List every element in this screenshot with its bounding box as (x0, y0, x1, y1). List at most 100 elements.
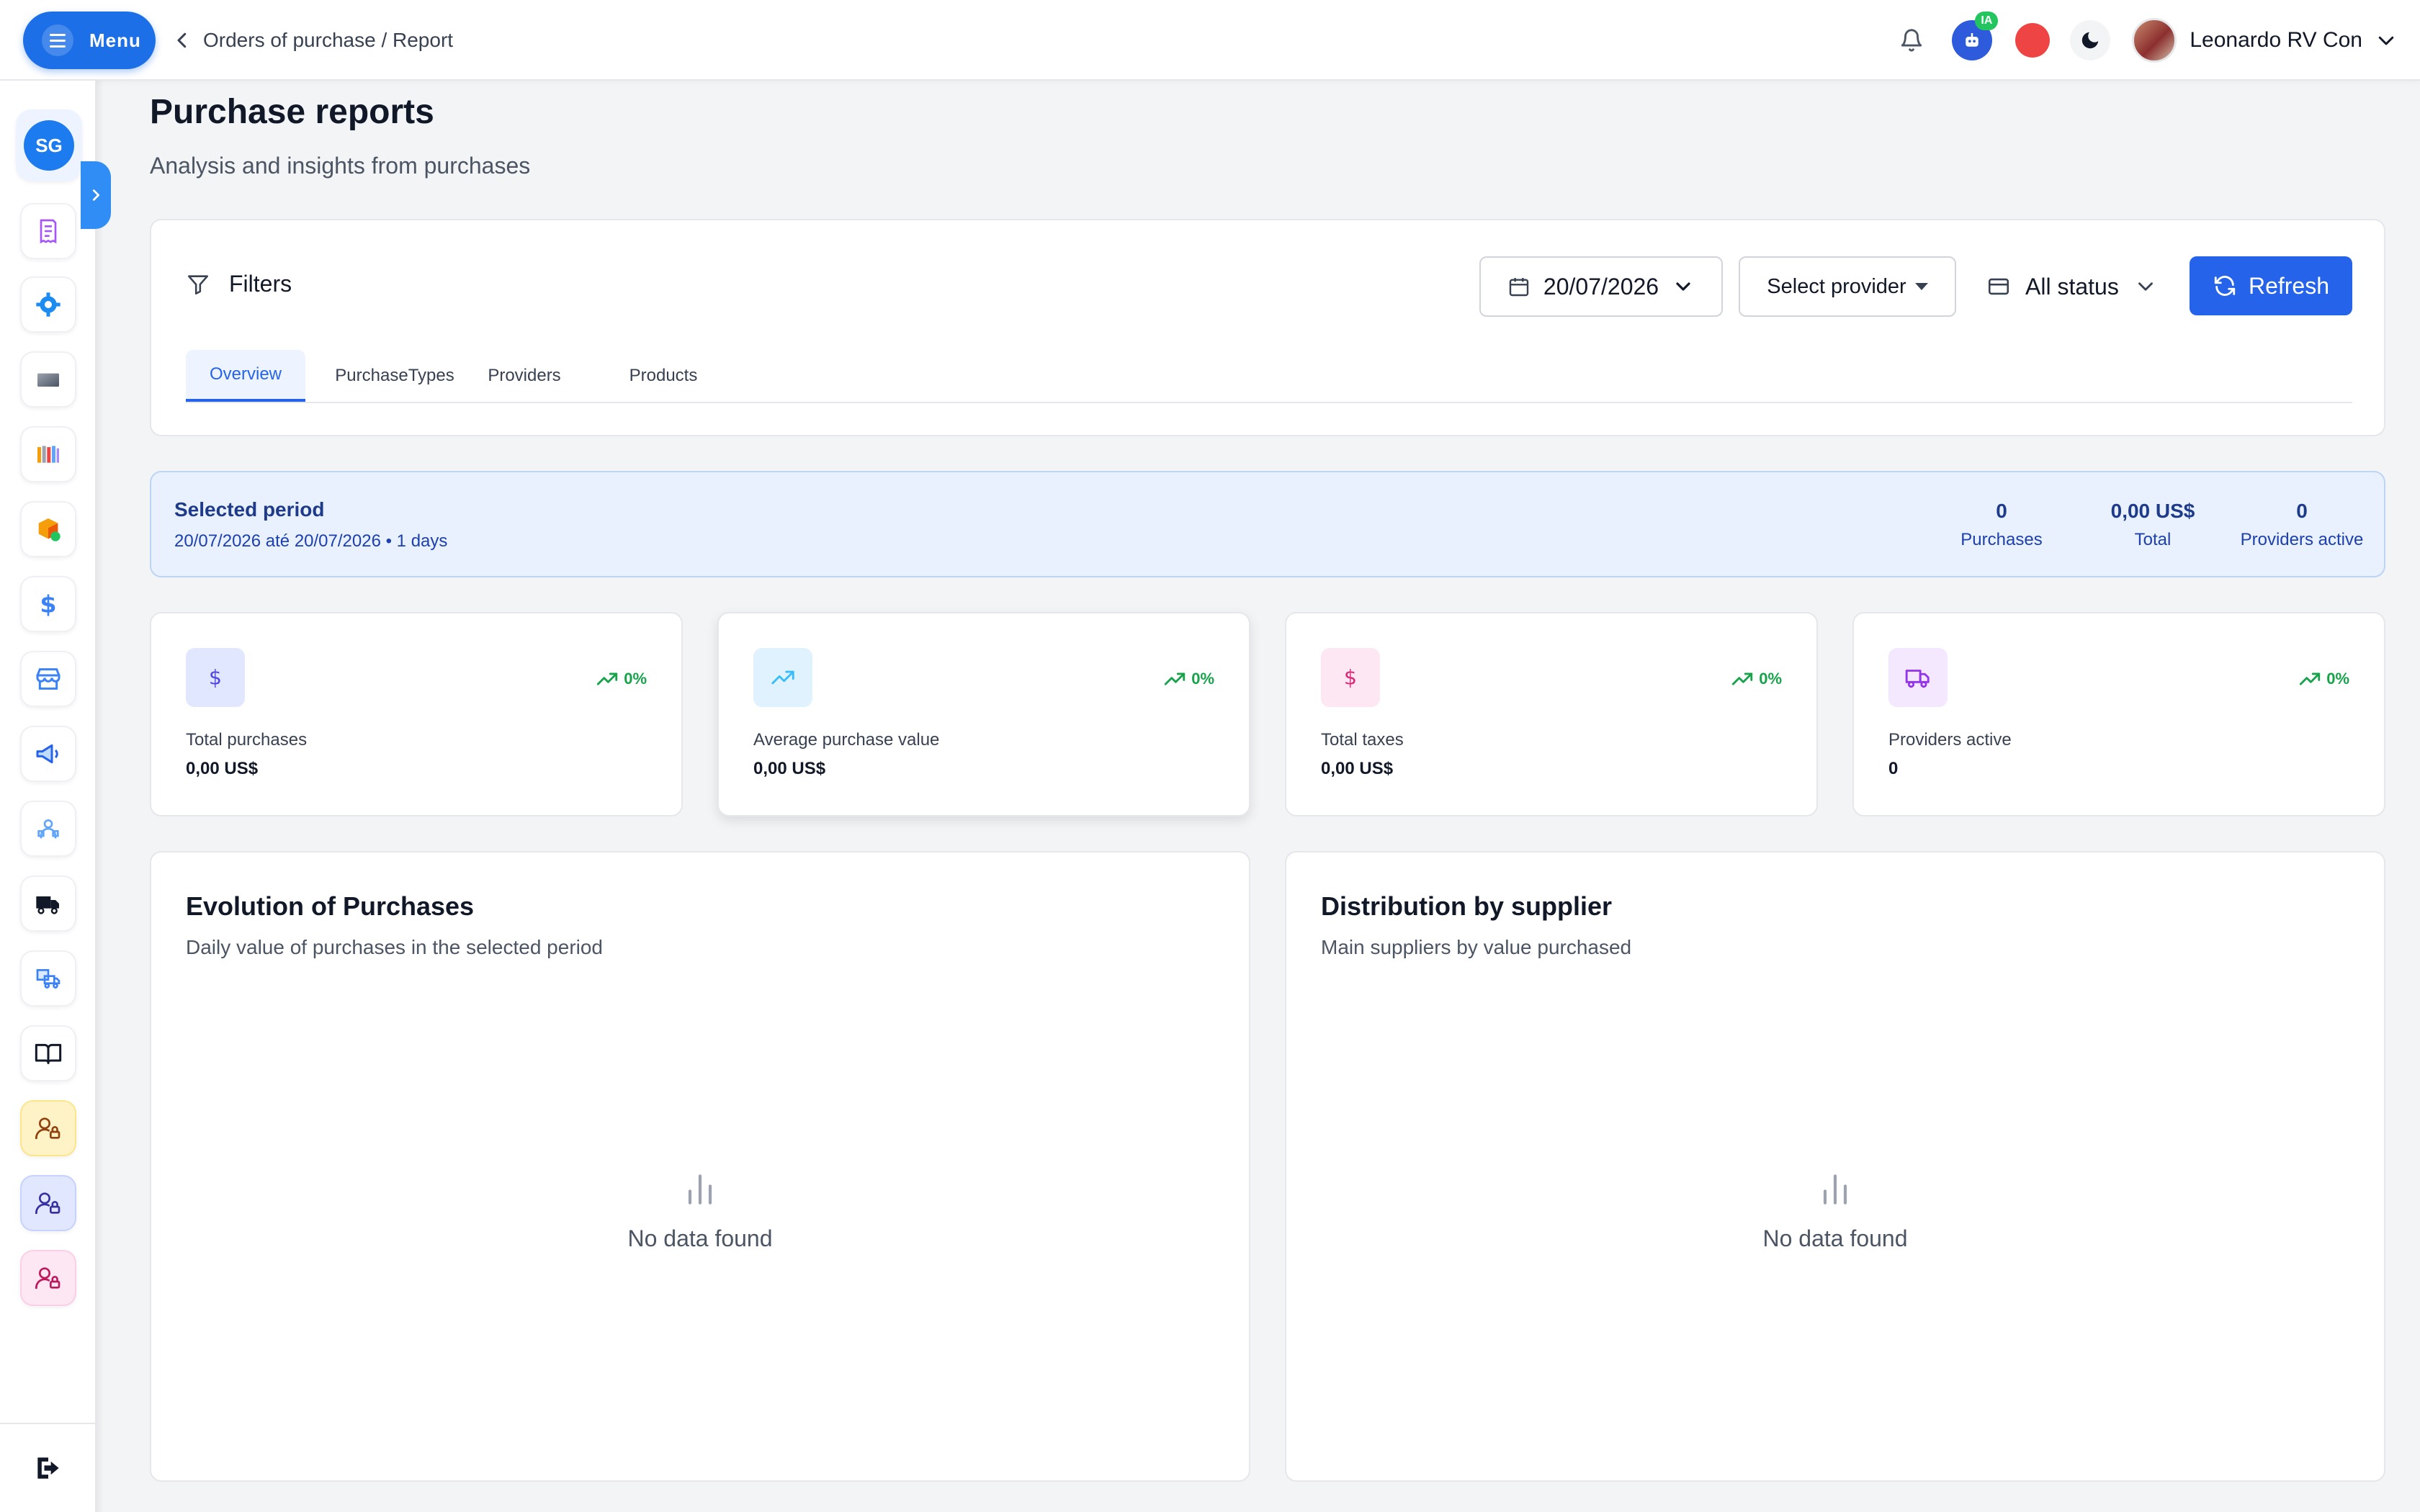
package-icon (38, 518, 60, 541)
receipt-icon (40, 219, 57, 244)
truck-icon (1905, 670, 1930, 688)
svg-text:$: $ (1344, 666, 1357, 690)
date-value: 20/07/2026 (1543, 273, 1659, 300)
status-select[interactable]: All status (1986, 256, 2166, 317)
breadcrumb-text: Orders of purchase / Report (203, 29, 454, 51)
kpi-label: Providers active (1888, 730, 2012, 750)
sidebar-item-inventory[interactable] (20, 501, 76, 557)
book-icon (35, 1043, 62, 1064)
kpi-trend: 0% (595, 667, 647, 691)
kpi-label: Average purchase value (753, 730, 940, 750)
kpi-trend: 0% (1730, 667, 1782, 691)
sidebar-item-receipts[interactable] (20, 203, 76, 259)
refresh-label: Refresh (2248, 272, 2330, 299)
tab-providers[interactable]: Providers (477, 350, 572, 402)
team-icon (37, 819, 59, 839)
sidebar-item-store[interactable] (20, 651, 76, 707)
menu-label: Menu (89, 29, 141, 51)
sidebar-item-catalog[interactable] (20, 1025, 76, 1081)
dollar-icon: $ (1344, 666, 1357, 690)
date-picker[interactable]: 20/07/2026 (1479, 256, 1723, 317)
chart-title: Evolution of Purchases (186, 891, 475, 921)
selected-period-banner: Selected period 20/07/2026 até 20/07/202… (150, 471, 2385, 577)
theme-toggle-button[interactable] (2070, 20, 2111, 60)
svg-text:$: $ (209, 666, 222, 690)
user-menu[interactable]: Leonardo RV Con (2132, 18, 2397, 63)
report-tabs: Overview PurchaseTypes Providers Product… (186, 350, 2352, 403)
ai-assistant-button[interactable]: IA (1952, 12, 1999, 60)
sidebar-item-library[interactable] (20, 426, 76, 482)
sidebar-item-marketing[interactable] (20, 726, 76, 782)
trend-up-icon (771, 670, 794, 685)
gear-icon (36, 292, 60, 317)
bell-icon[interactable] (1891, 20, 1932, 60)
period-stat-value: 0 (2296, 500, 2308, 522)
kpi-card-providers-active[interactable]: 0% Providers active 0 (1852, 612, 2385, 816)
kpi-card-total-purchases[interactable]: $ 0% Total purchases 0,00 US$ (150, 612, 683, 816)
logout-icon (37, 1457, 59, 1479)
sidebar-item-cards[interactable] (20, 351, 76, 408)
bar-chart-icon (1823, 1174, 1847, 1205)
page-subtitle: Analysis and insights from purchases (150, 153, 531, 179)
kpi-icon-box: $ (1321, 648, 1380, 707)
sidebar-item-team[interactable] (20, 801, 76, 857)
page-title: Purchase reports (150, 93, 434, 131)
period-title: Selected period (174, 498, 325, 521)
sidebar-company-badge[interactable]: SG (16, 109, 82, 181)
supplier-distribution-card: Distribution by supplier Main suppliers … (1285, 851, 2385, 1482)
chevron-left-icon[interactable] (171, 30, 193, 51)
provider-select[interactable]: Select provider (1739, 256, 1956, 317)
chevron-down-icon (2378, 36, 2394, 45)
provider-select-label: Select provider (1767, 274, 1906, 298)
tab-purchase-types[interactable]: PurchaseTypes (335, 350, 454, 402)
bar-chart-icon (688, 1174, 712, 1205)
filter-icon (187, 274, 209, 294)
sidebar-expand-button[interactable] (81, 161, 111, 229)
kpi-card-average-purchase[interactable]: 0% Average purchase value 0,00 US$ (717, 612, 1250, 816)
chevron-down-icon (1676, 282, 1690, 291)
tab-overview[interactable]: Overview (186, 350, 305, 402)
filters-label: Filters (229, 271, 292, 297)
empty-state: No data found (1286, 1169, 2384, 1252)
record-indicator[interactable] (2015, 23, 2051, 58)
menu-button[interactable]: Menu (23, 12, 156, 69)
refresh-button[interactable]: Refresh (2190, 256, 2352, 315)
period-stat-providers: 0 Providers active (2231, 500, 2372, 550)
sidebar-item-shipping[interactable] (20, 876, 76, 932)
empty-state-text: No data found (1762, 1225, 1908, 1251)
sidebar-item-users-a[interactable] (20, 1100, 76, 1156)
sidebar-item-deliveries[interactable] (20, 950, 76, 1007)
empty-state: No data found (151, 1169, 1249, 1252)
kpi-value: 0 (1888, 759, 1899, 778)
avatar (2132, 18, 2177, 63)
chevron-right-icon (92, 189, 100, 201)
company-initials: SG (24, 120, 74, 171)
kpi-value: 0,00 US$ (753, 759, 826, 778)
chart-subtitle: Daily value of purchases in the selected… (186, 936, 604, 958)
delivery-icon (36, 969, 60, 989)
kpi-label: Total taxes (1321, 730, 1404, 750)
caret-down-icon (1914, 283, 1928, 290)
breadcrumb: Orders of purchase / Report (171, 24, 453, 56)
sidebar-item-settings[interactable] (20, 276, 76, 333)
megaphone-icon (36, 744, 58, 764)
kpi-icon-box (1888, 648, 1948, 707)
period-stat-value: 0,00 US$ (2110, 500, 2195, 522)
logout-button[interactable] (0, 1423, 97, 1512)
filters-card: Filters 20/07/2026 Select provider All s… (150, 219, 2385, 436)
sidebar-item-users-b[interactable] (20, 1175, 76, 1231)
kpi-label: Total purchases (186, 730, 308, 750)
dollar-icon: $ (40, 590, 56, 618)
ia-badge: IA (1975, 12, 1999, 30)
kpi-trend-value: 0% (2326, 670, 2349, 688)
period-range: 20/07/2026 até 20/07/2026 • 1 days (174, 531, 448, 551)
kpi-card-total-taxes[interactable]: $ 0% Total taxes 0,00 US$ (1285, 612, 1818, 816)
sidebar-item-users-c[interactable] (20, 1250, 76, 1306)
tab-products[interactable]: Products (617, 350, 710, 402)
sidebar-item-finance[interactable]: $ (20, 576, 76, 632)
empty-state-text: No data found (627, 1225, 773, 1251)
trend-up-icon (2300, 672, 2321, 685)
evolution-chart-card: Evolution of Purchases Daily value of pu… (150, 851, 1250, 1482)
trend-up-icon (1165, 672, 1186, 685)
filters-heading: Filters (186, 271, 292, 297)
